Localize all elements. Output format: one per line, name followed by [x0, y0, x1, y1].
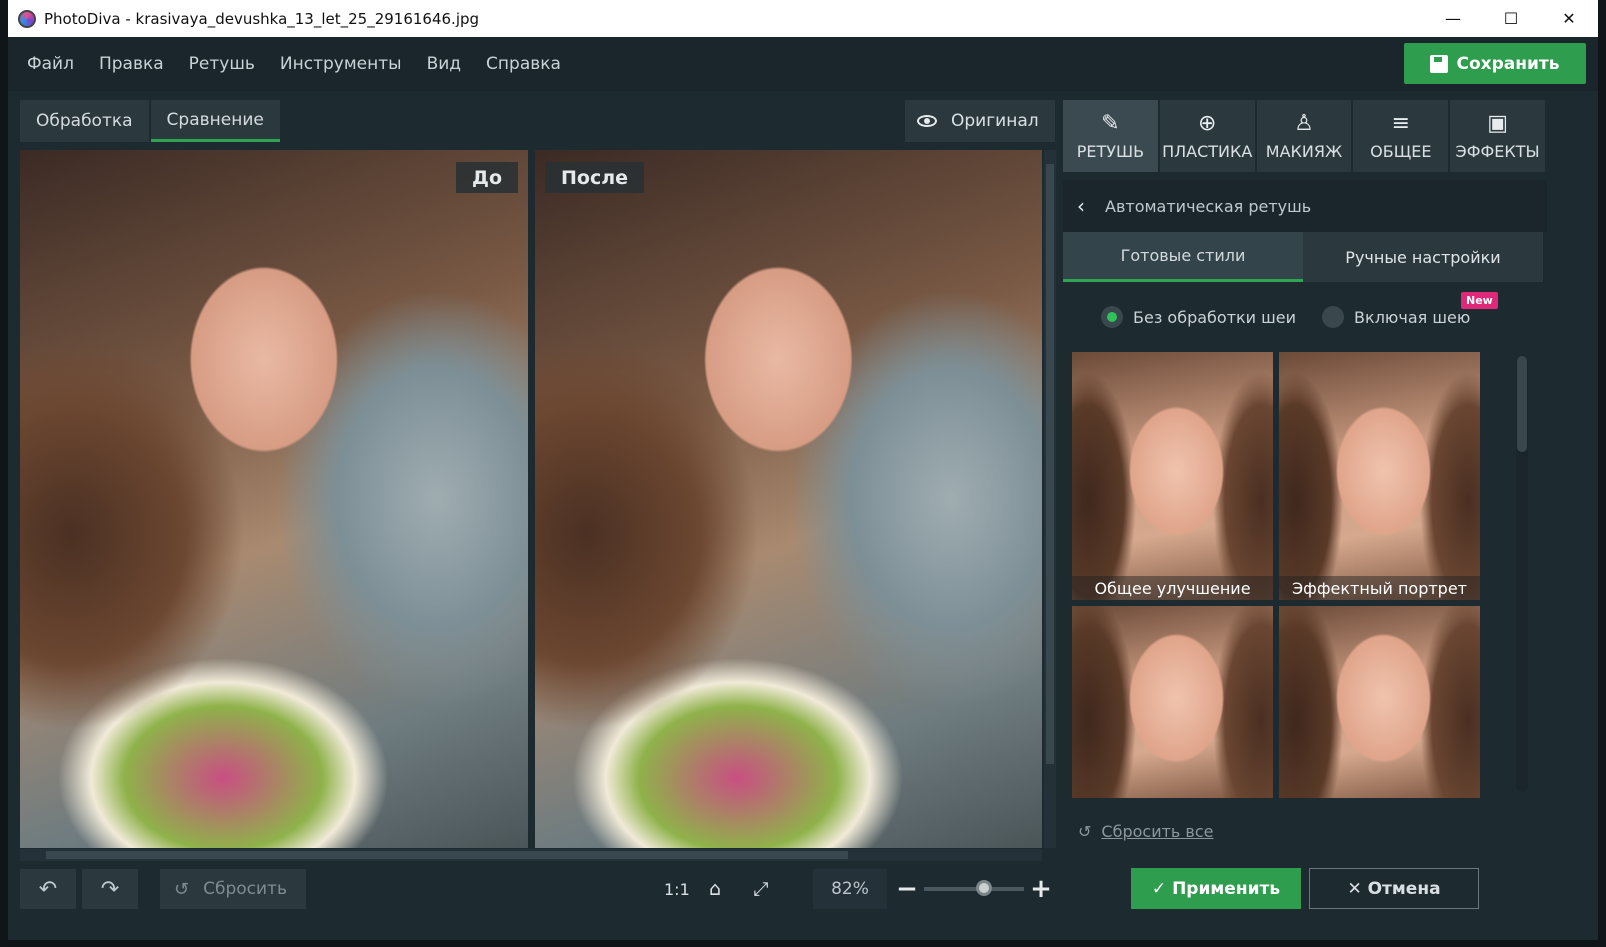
- zoom-1-1-button[interactable]: 1:1: [664, 880, 692, 899]
- canvas-vertical-scrollbar[interactable]: [1044, 150, 1056, 848]
- eye-icon: [917, 115, 937, 127]
- category-general[interactable]: ≡ ОБЩЕЕ: [1353, 100, 1449, 172]
- cancel-button[interactable]: ✕ Отмена: [1309, 868, 1479, 909]
- reset-icon: ↺: [174, 878, 190, 900]
- menu-bar: Файл Правка Ретушь Инструменты Вид Справ…: [8, 37, 1598, 91]
- radio-with-neck[interactable]: Включая шею: [1322, 306, 1470, 328]
- neck-options: Без обработки шеи Включая шею New: [1063, 282, 1547, 352]
- scrollbar-thumb[interactable]: [1046, 164, 1054, 764]
- reset-button-label: Сбросить: [203, 879, 287, 899]
- preset-effective-portrait[interactable]: Эффектный портрет: [1279, 352, 1480, 600]
- category-label: ЭФФЕКТЫ: [1455, 142, 1540, 161]
- app-window: PhotoDiva - krasivaya_devushka_13_let_25…: [8, 0, 1598, 940]
- redo-button[interactable]: ↷: [82, 869, 138, 909]
- category-label: МАКИЯЖ: [1265, 142, 1343, 161]
- presets-grid: Общее улучшение Эффектный портрет: [1072, 352, 1480, 798]
- apply-button[interactable]: ✓ Применить: [1131, 868, 1301, 909]
- menu-help[interactable]: Справка: [486, 54, 561, 74]
- maximize-button[interactable]: ☐: [1482, 0, 1540, 37]
- plastic-icon: ⊕: [1197, 111, 1217, 136]
- after-photo[interactable]: После: [535, 150, 1042, 848]
- category-tabs: ✎ РЕТУШЬ ⊕ ПЛАСТИКА ♙ МАКИЯЖ ≡ ОБЩЕЕ ▣ Э…: [1063, 100, 1547, 172]
- undo-button[interactable]: ↶: [20, 869, 76, 909]
- before-photo[interactable]: До: [20, 150, 528, 848]
- radio-dot[interactable]: [1322, 306, 1345, 328]
- title-bar: PhotoDiva - krasivaya_devushka_13_let_25…: [8, 0, 1598, 37]
- back-chevron-icon[interactable]: ‹: [1077, 194, 1085, 218]
- style-tabs: Готовые стили Ручные настройки: [1063, 232, 1547, 282]
- radio-label: Без обработки шеи: [1133, 307, 1297, 327]
- fit-face-icon[interactable]: ⌂: [692, 878, 738, 900]
- fullscreen-icon[interactable]: ⤢: [738, 878, 784, 900]
- zoom-tools: 1:1 ⌂ ⤢: [664, 869, 784, 909]
- window-title: PhotoDiva - krasivaya_devushka_13_let_25…: [44, 9, 480, 28]
- floppy-disk-icon: [1430, 54, 1449, 73]
- category-label: РЕТУШЬ: [1076, 142, 1145, 161]
- right-panel: ✎ РЕТУШЬ ⊕ ПЛАСТИКА ♙ МАКИЯЖ ≡ ОБЩЕЕ ▣ Э…: [1063, 100, 1547, 798]
- preset-general-improvement[interactable]: Общее улучшение: [1072, 352, 1273, 600]
- history-controls: ↶ ↷ ↺ Сбросить: [20, 869, 306, 909]
- subpanel-title: Автоматическая ретушь: [1105, 196, 1312, 216]
- save-button[interactable]: Сохранить: [1404, 43, 1586, 84]
- zoom-out-icon[interactable]: −: [896, 874, 918, 904]
- after-label: После: [545, 162, 645, 193]
- zoom-in-icon[interactable]: +: [1030, 874, 1052, 904]
- minimize-button[interactable]: —: [1424, 0, 1482, 37]
- menu-file[interactable]: Файл: [27, 54, 74, 74]
- tab-ready-styles[interactable]: Готовые стили: [1063, 232, 1303, 282]
- category-label: ОБЩЕЕ: [1370, 142, 1432, 161]
- category-plastic[interactable]: ⊕ ПЛАСТИКА: [1159, 100, 1255, 172]
- category-retouch[interactable]: ✎ РЕТУШЬ: [1063, 100, 1158, 172]
- reset-all-link[interactable]: ↺ Сбросить все: [1078, 822, 1214, 841]
- save-button-label: Сохранить: [1456, 53, 1560, 74]
- scrollbar-thumb[interactable]: [1517, 356, 1527, 452]
- category-label: ПЛАСТИКА: [1162, 142, 1253, 161]
- original-button[interactable]: Оригинал: [905, 100, 1055, 142]
- menu-view[interactable]: Вид: [427, 54, 461, 74]
- before-label: До: [456, 162, 518, 193]
- menu-edit[interactable]: Правка: [99, 54, 164, 74]
- presets-area: Общее улучшение Эффектный портрет: [1063, 352, 1547, 798]
- scrollbar-thumb[interactable]: [46, 851, 848, 859]
- canvas-horizontal-scrollbar[interactable]: [20, 849, 1042, 861]
- effects-icon: ▣: [1487, 111, 1508, 136]
- category-makeup[interactable]: ♙ МАКИЯЖ: [1256, 100, 1352, 172]
- makeup-icon: ♙: [1294, 111, 1314, 136]
- radio-label: Включая шею: [1354, 307, 1471, 327]
- original-button-label: Оригинал: [951, 111, 1039, 131]
- zoom-slider[interactable]: − +: [896, 874, 1058, 904]
- preset-thumbnail[interactable]: [1279, 606, 1480, 798]
- preset-caption: Эффектный портрет: [1279, 576, 1480, 600]
- new-badge: New: [1461, 292, 1498, 309]
- category-effects[interactable]: ▣ ЭФФЕКТЫ: [1450, 100, 1545, 172]
- close-button[interactable]: ✕: [1540, 0, 1598, 37]
- view-tabs: Обработка Сравнение: [20, 100, 282, 142]
- menu-retouch[interactable]: Ретушь: [189, 54, 255, 74]
- zoom-knob[interactable]: [976, 880, 992, 896]
- app-logo-icon: [18, 9, 36, 28]
- zoom-level[interactable]: 82%: [813, 869, 887, 909]
- retouch-icon: ✎: [1101, 111, 1120, 136]
- reset-all-label: Сбросить все: [1101, 822, 1214, 841]
- desktop-background-right: [1598, 0, 1606, 947]
- tab-processing[interactable]: Обработка: [20, 100, 149, 142]
- zoom-track[interactable]: [924, 880, 1024, 896]
- tab-compare[interactable]: Сравнение: [150, 100, 280, 142]
- reset-button[interactable]: ↺ Сбросить: [160, 869, 306, 909]
- radio-dot[interactable]: [1101, 306, 1123, 328]
- reset-icon: ↺: [1078, 822, 1092, 841]
- tab-manual-settings[interactable]: Ручные настройки: [1303, 232, 1543, 282]
- preset-thumbnail[interactable]: [1072, 606, 1273, 798]
- menu-tools[interactable]: Инструменты: [280, 54, 402, 74]
- desktop-background-left: [0, 0, 8, 947]
- sliders-icon: ≡: [1391, 111, 1410, 136]
- radio-no-neck[interactable]: Без обработки шеи: [1101, 306, 1296, 328]
- subpanel-header: ‹ Автоматическая ретушь: [1063, 180, 1547, 232]
- presets-scrollbar[interactable]: [1516, 356, 1528, 792]
- preset-caption: Общее улучшение: [1072, 576, 1273, 600]
